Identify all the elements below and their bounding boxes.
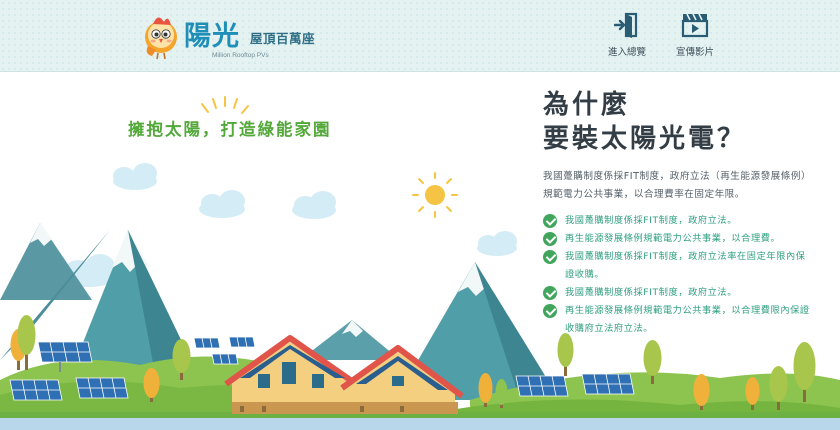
sun-icon [412, 172, 458, 218]
nav-promo-video[interactable]: 宣傳影片 [665, 12, 725, 58]
logo-tagline: Million Rooftop PVs [212, 52, 269, 59]
slogan-sun-rays [201, 96, 249, 114]
title-line-2: 要裝太陽光電？ [543, 124, 747, 154]
why-solar-panel: 為什麼 要裝太陽光電？ 我國躉購制度係採FIT制度，政府立法（再生能源發展條例）… [543, 88, 813, 204]
site-header: 陽光 屋頂百萬座 Million Rooftop PVs 進入總覽 宣傳影片 [0, 0, 840, 72]
list-item-text: 我國躉購制度係採FIT制度，政府立法。 [565, 215, 738, 226]
enter-door-icon [614, 12, 638, 38]
list-item: 我國躉購制度係採FIT制度，政府立法率在固定年限內保證收購。 [543, 248, 813, 284]
intro-paragraph: 我國躉購制度係採FIT制度，政府立法（再生能源發展條例）規範電力公共事業，以合理… [543, 171, 812, 200]
video-clapper-icon [681, 13, 709, 38]
logo-title: 陽光 [184, 21, 240, 52]
nav-enter-overview[interactable]: 進入總覽 [597, 12, 657, 58]
check-circle-icon [543, 214, 557, 228]
check-circle-icon [543, 250, 557, 264]
list-item: 再生能源發展條例規範電力公共事業，以合理費限內保證收購府立法府立法。 [543, 302, 813, 338]
site-logo[interactable]: 陽光 屋頂百萬座 Million Rooftop PVs [140, 10, 315, 62]
check-circle-icon [543, 304, 557, 318]
check-circle-icon [543, 286, 557, 300]
bird-mascot-icon [145, 17, 177, 60]
benefit-list: 我國躉購制度係採FIT制度，政府立法。 再生能源發展條例規範電力公共事業，以合理… [543, 212, 813, 338]
list-item: 再生能源發展條例規範電力公共事業，以合理費。 [543, 230, 813, 248]
nav-video-label: 宣傳影片 [675, 47, 714, 58]
list-item-text: 我國躉購制度係採FIT制度，政府立法率在固定年限內保證收購。 [565, 251, 806, 280]
list-item-text: 再生能源發展條例規範電力公共事業，以合理費限內保證收購府立法府立法。 [565, 305, 810, 334]
title-line-1: 為什麼 [543, 90, 631, 120]
list-item: 我國躉購制度係採FIT制度，政府立法。 [543, 284, 813, 302]
check-circle-icon [543, 232, 557, 246]
logo-subtitle: 屋頂百萬座 [250, 31, 316, 46]
list-item-text: 我國躉購制度係採FIT制度，政府立法。 [565, 287, 738, 298]
list-item: 我國躉購制度係採FIT制度，政府立法。 [543, 212, 813, 230]
nav-enter-label: 進入總覽 [607, 47, 646, 58]
hero-slogan: 擁抱太陽，打造綠能家園 [128, 120, 332, 139]
section-title: 為什麼 要裝太陽光電？ [543, 88, 813, 156]
list-item-text: 再生能源發展條例規範電力公共事業，以合理費。 [565, 233, 781, 244]
